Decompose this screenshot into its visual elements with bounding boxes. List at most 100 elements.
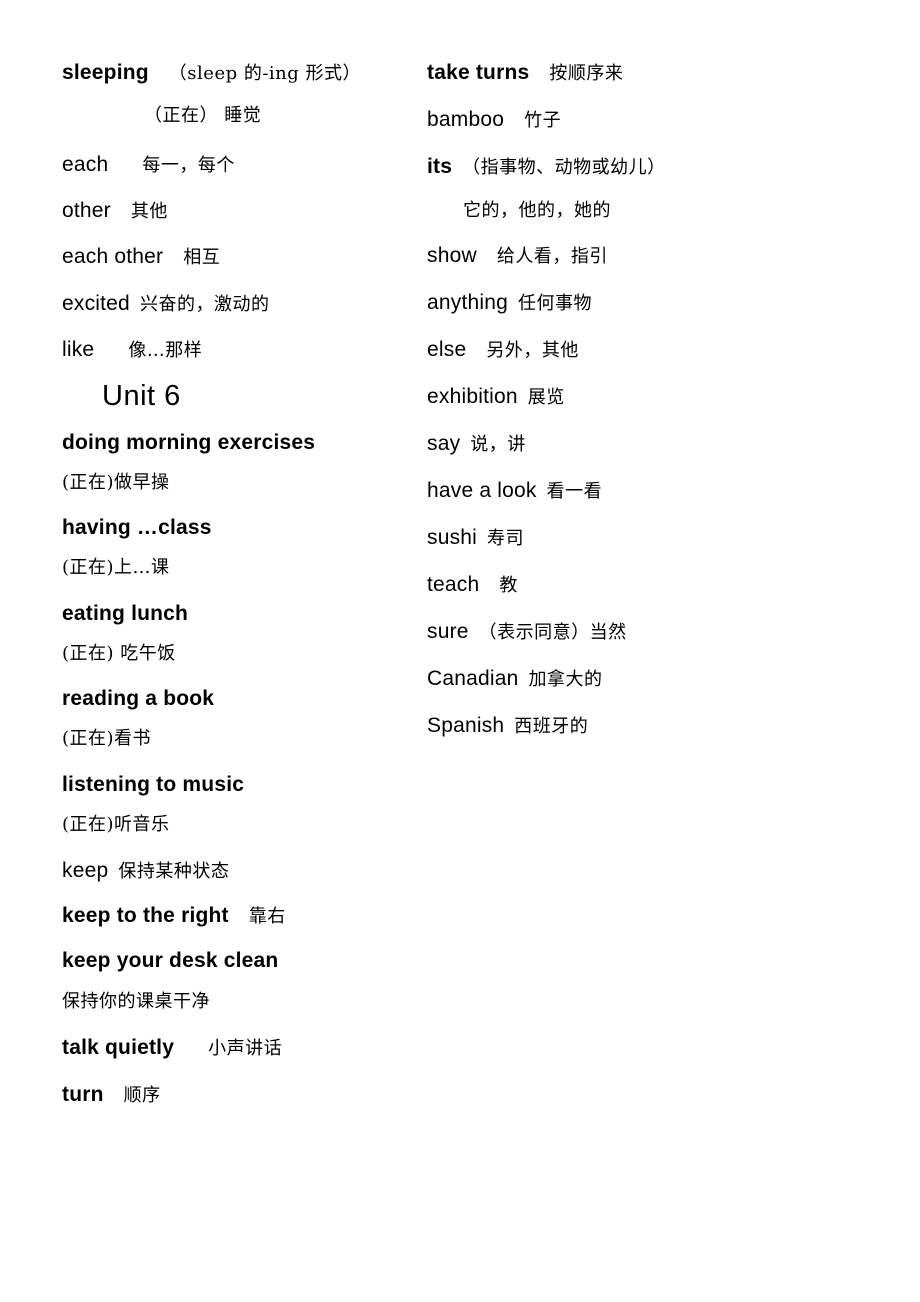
vocab-entry: having …class xyxy=(62,517,415,538)
vocab-term: talk quietly xyxy=(62,1036,175,1059)
vocab-gloss-line: (正在)听音乐 xyxy=(62,816,415,834)
vocab-entry: Canadian 加拿大的 xyxy=(427,668,920,689)
vocab-term: keep your desk clean xyxy=(62,949,279,972)
vocab-entry: bamboo 竹子 xyxy=(427,109,920,130)
vocab-entry: each other 相互 xyxy=(62,246,415,267)
vocab-term: doing morning exercises xyxy=(62,431,316,454)
vocab-term: sure xyxy=(427,620,469,643)
vocab-gloss: 寿司 xyxy=(487,528,525,549)
vocab-continuation-line: 它的，他的，她的 xyxy=(427,202,920,220)
vocab-entry: show 给人看，指引 xyxy=(427,245,920,266)
vocab-term: take turns xyxy=(427,61,530,84)
vocab-gloss: 每一，每个 xyxy=(142,155,235,176)
vocab-gloss-line: (正在) 吃午饭 xyxy=(62,645,415,663)
vocab-gloss-continuation: （正在） 睡觉 xyxy=(144,105,262,126)
left-column: sleeping （sleep 的-ing 形式） （正在） 睡觉 each 每一，… xyxy=(0,62,415,1105)
vocab-entry: sure （表示同意）当然 xyxy=(427,621,920,642)
vocab-entry: eating lunch xyxy=(62,603,415,624)
two-column-layout: sleeping （sleep 的-ing 形式） （正在） 睡觉 each 每一，… xyxy=(0,62,920,1105)
vocab-term: each xyxy=(62,153,109,176)
vocab-term: Spanish xyxy=(427,714,505,737)
vocab-entry: like 像…那样 xyxy=(62,339,415,360)
vocab-entry: have a look 看一看 xyxy=(427,480,920,501)
unit-heading: Unit 6 xyxy=(62,382,415,411)
vocab-gloss: 看一看 xyxy=(546,481,603,502)
vocab-gloss: （指事物、动物或幼儿） xyxy=(462,157,666,178)
vocab-entry: keep your desk clean xyxy=(62,950,415,971)
vocab-gloss-line: (正在)做早操 xyxy=(62,474,415,492)
vocab-gloss: 给人看，指引 xyxy=(496,246,608,267)
vocab-entry: Spanish 西班牙的 xyxy=(427,715,920,736)
vocab-gloss-line: 保持你的课桌干净 xyxy=(62,993,415,1011)
vocab-entry: exhibition 展览 xyxy=(427,386,920,407)
vocab-gloss: （表示同意）当然 xyxy=(478,622,627,643)
vocab-gloss: 按顺序来 xyxy=(549,63,624,84)
unit-heading-label: Unit 6 xyxy=(102,380,181,412)
vocab-gloss: 靠右 xyxy=(248,906,286,927)
vocab-term: bamboo xyxy=(427,108,505,131)
vocab-gloss: (正在)听音乐 xyxy=(62,814,170,835)
vocab-entry: say 说，讲 xyxy=(427,433,920,454)
vocab-gloss: 保持你的课桌干净 xyxy=(62,991,210,1012)
vocab-gloss: 加拿大的 xyxy=(528,669,603,690)
vocab-term: other xyxy=(62,199,111,222)
vocab-gloss: 保持某种状态 xyxy=(118,861,230,882)
vocab-gloss: 像…那样 xyxy=(128,340,203,361)
vocab-term: have a look xyxy=(427,479,537,502)
vocab-term: its xyxy=(427,155,453,178)
vocab-entry: listening to music xyxy=(62,774,415,795)
vocab-term: show xyxy=(427,244,477,267)
vocab-entry: else 另外，其他 xyxy=(427,339,920,360)
vocab-gloss: (正在) 吃午饭 xyxy=(62,643,176,664)
vocab-term: keep xyxy=(62,859,109,882)
vocab-entry: reading a book xyxy=(62,688,415,709)
vocab-entry: teach 教 xyxy=(427,574,920,595)
vocab-term: sleeping xyxy=(62,61,149,84)
vocab-term: Canadian xyxy=(427,667,519,690)
vocab-gloss-line: (正在)上…课 xyxy=(62,559,415,577)
vocab-entry: take turns 按顺序来 xyxy=(427,62,920,83)
vocab-gloss: 小声讲话 xyxy=(208,1038,283,1059)
vocab-gloss: 任何事物 xyxy=(518,293,592,314)
vocab-term: teach xyxy=(427,573,480,596)
vocab-term: eating lunch xyxy=(62,602,189,625)
vocab-entry: anything 任何事物 xyxy=(427,292,920,313)
vocab-gloss: 教 xyxy=(499,575,518,596)
vocab-entry: talk quietly 小声讲话 xyxy=(62,1037,415,1058)
vocab-gloss: 兴奋的，激动的 xyxy=(139,294,270,315)
vocab-entry: other 其他 xyxy=(62,200,415,221)
vocab-term: keep to the right xyxy=(62,904,229,927)
vocab-gloss: 说，讲 xyxy=(470,434,526,455)
vocab-term: anything xyxy=(427,291,508,314)
vocab-term: each other xyxy=(62,245,164,268)
vocab-term: else xyxy=(427,338,467,361)
vocab-term: sushi xyxy=(427,526,478,549)
vocab-term: exhibition xyxy=(427,385,518,408)
vocab-gloss: 其他 xyxy=(130,201,168,222)
vocab-gloss: （sleep 的-ing 形式） xyxy=(168,63,362,84)
vocab-term: having …class xyxy=(62,516,212,539)
vocab-entry: each 每一，每个 xyxy=(62,154,415,175)
vocab-continuation-line: （正在） 睡觉 xyxy=(62,107,415,125)
vocab-gloss: (正在)做早操 xyxy=(62,472,170,493)
vocab-term: excited xyxy=(62,292,130,315)
vocab-term: like xyxy=(62,338,95,361)
vocab-entry: its （指事物、动物或幼儿） xyxy=(427,156,920,177)
document-page: sleeping （sleep 的-ing 形式） （正在） 睡觉 each 每一，… xyxy=(0,0,920,1302)
vocab-gloss: 另外，其他 xyxy=(486,340,579,361)
vocab-gloss: (正在)看书 xyxy=(62,728,152,749)
right-column: take turns 按顺序来 bamboo 竹子 its （指事物、动物或幼儿） 它… xyxy=(415,62,920,736)
vocab-term: say xyxy=(427,432,461,455)
vocab-gloss: (正在)上…课 xyxy=(62,557,170,578)
vocab-gloss: 竹子 xyxy=(524,110,562,131)
vocab-term: listening to music xyxy=(62,773,245,796)
vocab-gloss-continuation: 它的，他的，她的 xyxy=(463,200,611,221)
vocab-entry: keep to the right 靠右 xyxy=(62,905,415,926)
vocab-entry: keep 保持某种状态 xyxy=(62,860,415,881)
vocab-entry: sleeping （sleep 的-ing 形式） xyxy=(62,62,415,83)
vocab-entry: turn 顺序 xyxy=(62,1084,415,1105)
vocab-term: reading a book xyxy=(62,687,215,710)
vocab-gloss-line: (正在)看书 xyxy=(62,730,415,748)
vocab-entry: excited 兴奋的，激动的 xyxy=(62,293,415,314)
vocab-term: turn xyxy=(62,1083,104,1106)
